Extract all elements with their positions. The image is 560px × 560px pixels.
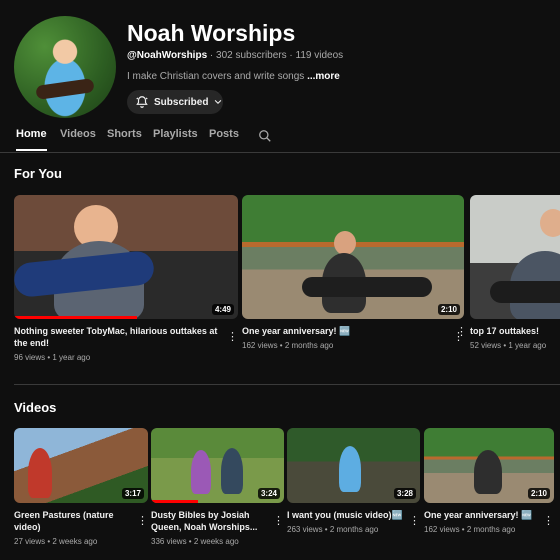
upload-age: 2 months ago	[466, 525, 516, 534]
video-thumbnail[interactable]	[470, 195, 560, 319]
view-count: 96 views	[14, 353, 46, 362]
bell-icon	[136, 96, 148, 108]
channel-description[interactable]: I make Christian covers and write songs …	[127, 71, 340, 82]
thumbnail-figure	[334, 231, 356, 255]
video-title[interactable]: Dusty Bibles by Josiah Queen, Noah Worsh…	[151, 509, 284, 533]
subscribed-button[interactable]: Subscribed	[127, 90, 223, 114]
video-card[interactable]: 2:10 One year anniversary! 🆕 ⋮ 162 views…	[242, 195, 464, 350]
chevron-down-icon	[215, 99, 222, 104]
video-duration: 2:10	[527, 488, 550, 499]
more-vert-icon[interactable]: ⋮	[543, 515, 554, 527]
description-text: I make Christian covers and write songs	[127, 71, 308, 82]
more-vert-icon[interactable]: ⋮	[227, 331, 238, 343]
thumbnail-guitar	[302, 277, 432, 297]
view-count: 336 views	[151, 537, 187, 546]
video-duration: 2:10	[437, 304, 460, 315]
video-thumbnail[interactable]: 3:24	[151, 428, 284, 503]
video-meta: 27 views • 2 weeks ago	[14, 537, 98, 546]
more-vert-icon[interactable]: ⋮	[273, 515, 284, 527]
thumbnail-figure	[221, 448, 243, 494]
video-card[interactable]: 3:17 Green Pastures (nature video) ⋮ 27 …	[14, 428, 148, 546]
tab-shorts[interactable]: Shorts	[107, 128, 142, 140]
avatar-guitar-shape	[35, 78, 95, 100]
thumbnail-figure	[191, 450, 211, 494]
video-meta: 52 views • 1 year ago	[470, 341, 547, 350]
thumbnail-figure	[474, 450, 502, 494]
section-divider	[14, 384, 560, 385]
channel-tabs: Home Videos Shorts Playlists Posts	[0, 128, 560, 153]
video-title[interactable]: One year anniversary! 🆕	[424, 509, 554, 521]
upload-age: 1 year ago	[508, 341, 547, 350]
upload-age: 2 months ago	[284, 341, 334, 350]
video-thumbnail[interactable]: 2:10	[242, 195, 464, 319]
video-meta: 162 views • 2 months ago	[424, 525, 516, 534]
tab-posts[interactable]: Posts	[209, 128, 239, 140]
video-meta: 336 views • 2 weeks ago	[151, 537, 239, 546]
channel-name: Noah Worships	[127, 20, 296, 46]
video-meta: 263 views • 2 months ago	[287, 525, 379, 534]
upload-age: 2 weeks ago	[193, 537, 239, 546]
view-count: 52 views	[470, 341, 502, 350]
search-icon[interactable]	[258, 129, 272, 143]
section-title-for-you: For You	[14, 166, 62, 181]
thumbnail-figure	[28, 448, 52, 498]
tab-home[interactable]: Home	[16, 128, 47, 151]
section-title-videos: Videos	[14, 400, 57, 415]
video-card[interactable]: 3:28 I want you (music video)🆕 ⋮ 263 vie…	[287, 428, 420, 534]
video-card[interactable]: 3:24 Dusty Bibles by Josiah Queen, Noah …	[151, 428, 284, 546]
video-thumbnail[interactable]: 3:17	[14, 428, 148, 503]
more-link[interactable]: ...more	[307, 71, 340, 82]
watch-progress-bar	[151, 500, 198, 503]
channel-avatar[interactable]	[14, 16, 116, 118]
view-count: 27 views	[14, 537, 46, 546]
video-card[interactable]: 2:10 One year anniversary! 🆕 ⋮ 162 views…	[424, 428, 554, 534]
channel-stats: · 302 subscribers · 119 videos	[207, 50, 344, 61]
upload-age: 2 weeks ago	[52, 537, 98, 546]
view-count: 162 views	[424, 525, 460, 534]
thumbnail-figure	[540, 209, 560, 237]
video-title[interactable]: Nothing sweeter TobyMac, hilarious outta…	[14, 325, 238, 349]
thumbnail-figure	[339, 446, 361, 492]
more-vert-icon[interactable]: ⋮	[137, 515, 148, 527]
watch-progress-bar	[14, 316, 138, 319]
tab-playlists[interactable]: Playlists	[153, 128, 198, 140]
upload-age: 2 months ago	[329, 525, 379, 534]
video-card[interactable]: 4:49 Nothing sweeter TobyMac, hilarious …	[14, 195, 238, 362]
channel-meta: @NoahWorships · 302 subscribers · 119 vi…	[127, 50, 343, 61]
channel-handle: @NoahWorships	[127, 50, 208, 61]
video-duration: 3:17	[121, 488, 144, 499]
tab-videos[interactable]: Videos	[60, 128, 96, 140]
video-meta: 162 views • 2 months ago	[242, 341, 334, 350]
video-thumbnail[interactable]: 2:10	[424, 428, 554, 503]
video-duration: 3:24	[257, 488, 280, 499]
video-title[interactable]: Green Pastures (nature video)	[14, 509, 148, 533]
view-count: 263 views	[287, 525, 323, 534]
video-thumbnail[interactable]: 4:49	[14, 195, 238, 319]
video-meta: 96 views • 1 year ago	[14, 353, 91, 362]
video-thumbnail[interactable]: 3:28	[287, 428, 420, 503]
thumbnail-guitar	[490, 281, 560, 303]
video-title[interactable]: One year anniversary! 🆕	[242, 325, 464, 337]
video-card[interactable]: top 17 outtakes! 52 views • 1 year ago	[470, 195, 560, 375]
upload-age: 1 year ago	[52, 353, 91, 362]
video-duration: 3:28	[393, 488, 416, 499]
video-title[interactable]: I want you (music video)🆕	[287, 509, 420, 521]
view-count: 162 views	[242, 341, 278, 350]
subscribed-label: Subscribed	[154, 96, 209, 108]
more-vert-icon[interactable]: ⋮	[409, 515, 420, 527]
more-vert-icon[interactable]: ⋮	[456, 326, 560, 338]
video-duration: 4:49	[211, 304, 234, 315]
